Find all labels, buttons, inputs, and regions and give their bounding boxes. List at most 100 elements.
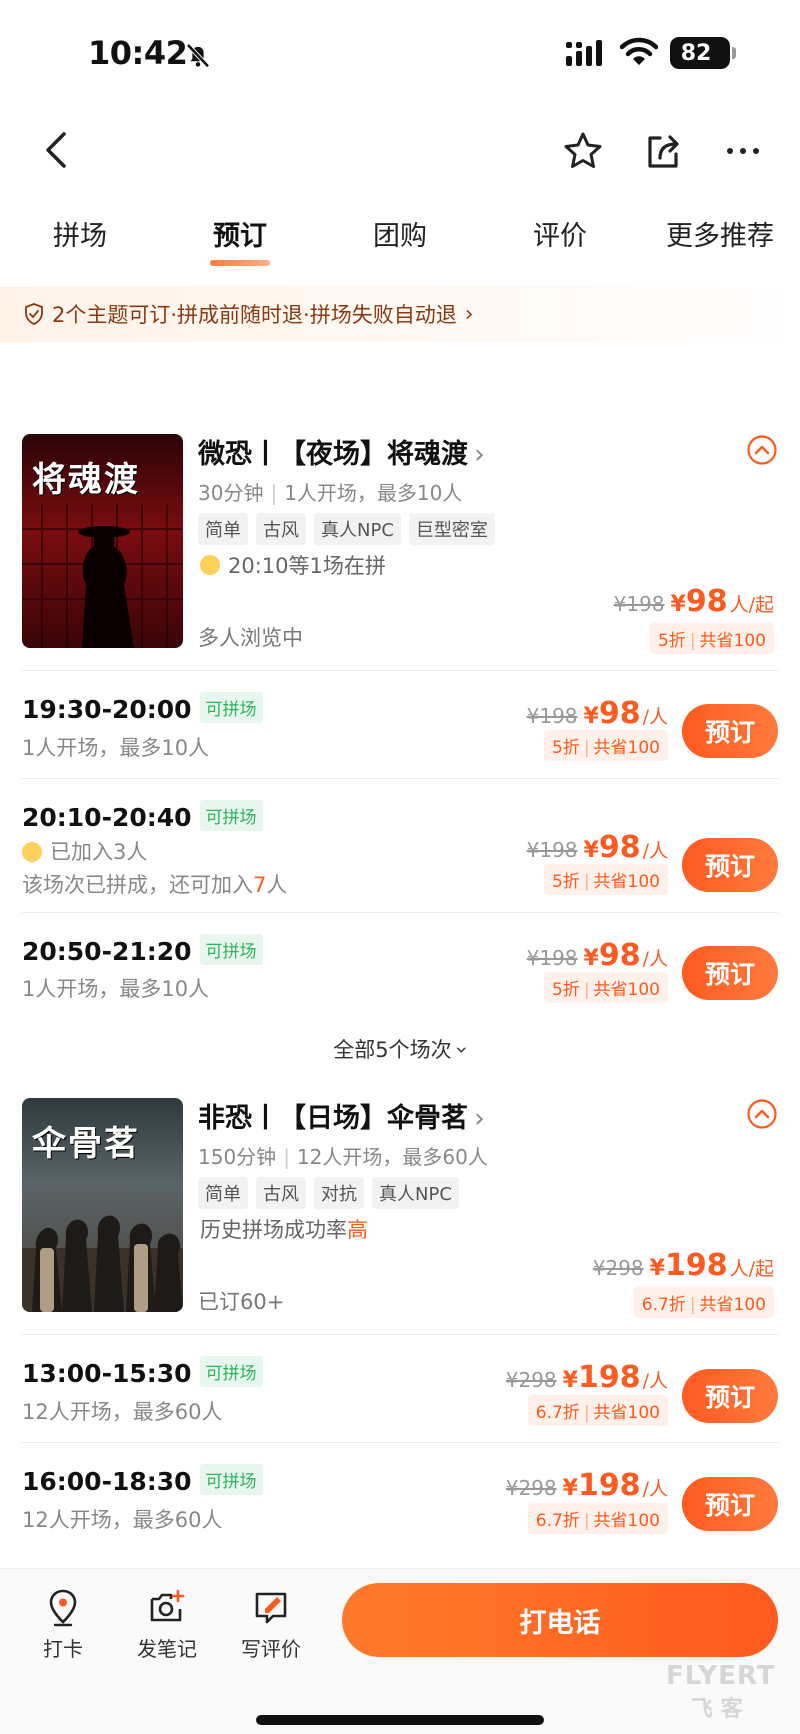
shield-check-icon: [25, 303, 43, 325]
divider: [22, 912, 778, 913]
tab-label: 拼场: [53, 221, 107, 252]
discount-rate: 5折: [657, 631, 686, 651]
post-note-button[interactable]: 发笔记: [122, 1587, 212, 1662]
price-unit: /人: [642, 840, 668, 862]
camera-plus-icon: [150, 1589, 185, 1622]
current-price: ¥198: [563, 1360, 641, 1395]
tag: 真人NPC: [372, 1177, 459, 1209]
session-time: 20:50-21:20 可拼场: [22, 934, 263, 966]
book-button[interactable]: 预订: [682, 946, 778, 1000]
session-price: ¥198 ¥98/人: [527, 696, 668, 731]
divider: [22, 670, 778, 671]
show-all-sessions-text: 全部5个场次: [333, 1038, 452, 1062]
session-time-text: 16:00-18:30: [22, 1467, 192, 1496]
session-price: ¥298 ¥198/人: [506, 1360, 668, 1395]
checkin-button[interactable]: 打卡: [18, 1587, 108, 1662]
original-price: ¥198: [526, 946, 578, 970]
session-capacity: 12人开场，最多60人: [22, 1400, 223, 1424]
badge-separator: |: [689, 631, 696, 651]
player-count: 12人开场，最多60人: [296, 1145, 488, 1169]
divider: [22, 1442, 778, 1443]
hint-text: 历史拼场成功率: [200, 1218, 347, 1242]
session-time-text: 19:30-20:00: [22, 695, 192, 724]
share-icon[interactable]: [642, 130, 684, 172]
session-time-text: 20:10-20:40: [22, 803, 192, 832]
currency-symbol: ¥: [562, 1476, 578, 1501]
collapse-chevron-icon[interactable]: [746, 434, 778, 466]
tab-more-recommendations[interactable]: 更多推荐: [640, 208, 800, 270]
tag: 巨型密室: [408, 513, 495, 545]
remaining-slots: 该场次已拼成，还可加入7人: [22, 869, 287, 899]
write-review-button[interactable]: 写评价: [226, 1587, 316, 1662]
badge-separator: |: [583, 872, 590, 892]
currency-symbol: ¥: [583, 838, 599, 863]
price-value: 98: [685, 584, 728, 619]
status-bar: 10:42 82: [0, 0, 800, 108]
watermark-en: FLYERT: [666, 1661, 776, 1691]
tab-group-buy[interactable]: 团购: [320, 208, 480, 270]
tag: 简单: [198, 513, 248, 545]
badge-separator: |: [583, 980, 590, 1000]
tag-list: 简单 古风 对抗 真人NPC: [198, 1177, 459, 1209]
tab-label: 更多推荐: [666, 221, 774, 252]
tab-active-indicator: [210, 260, 270, 266]
price-value: 198: [664, 1248, 728, 1283]
tab-booking[interactable]: 预订: [160, 208, 320, 270]
tag: 古风: [256, 1177, 306, 1209]
watermark-cn: 飞客: [690, 1697, 751, 1722]
banner-text: 2个主题可订·拼成前随时退·拼场失败自动退: [52, 303, 457, 327]
original-price: ¥198: [526, 838, 578, 862]
poster-title: 伞骨茗: [32, 1124, 140, 1164]
session-capacity: 1人开场，最多10人: [22, 977, 210, 1001]
current-price: ¥198: [563, 1468, 641, 1503]
tab-label: 团购: [373, 221, 427, 252]
session-time-text: 13:00-15:30: [22, 1359, 192, 1388]
remaining-slots-count: 7: [253, 873, 267, 897]
tag: 古风: [256, 513, 306, 545]
show-all-sessions-link[interactable]: 全部5个场次 ›: [0, 1034, 800, 1064]
trophy-icon: [22, 842, 42, 862]
discount-badge: 6.7折 | 共省100: [527, 1395, 668, 1426]
badge-separator: |: [689, 1295, 696, 1315]
product-poster[interactable]: 伞骨茗: [22, 1098, 183, 1312]
joinable-badge: 可拼场: [199, 1464, 263, 1495]
session-time: 13:00-15:30 可拼场: [22, 1356, 263, 1388]
original-price: ¥298: [592, 1256, 644, 1280]
post-note-label: 发笔记: [137, 1637, 197, 1661]
product-title[interactable]: 微恐丨【夜场】将魂渡 ›: [198, 432, 485, 471]
discount-rate: 5折: [551, 980, 580, 1000]
price-unit: /人: [642, 1370, 668, 1392]
book-button[interactable]: 预订: [682, 1477, 778, 1531]
product-poster[interactable]: 将魂渡: [22, 434, 183, 648]
bell-muted-icon: [186, 43, 210, 68]
joinable-badge: 可拼场: [199, 800, 263, 831]
duration: 30分钟: [198, 481, 264, 505]
tab-reviews[interactable]: 评价: [480, 208, 640, 270]
location-pin-icon: [49, 1589, 77, 1627]
price-unit: 人/起: [729, 594, 774, 616]
book-button[interactable]: 预订: [682, 1369, 778, 1423]
refund-policy-banner[interactable]: 2个主题可订·拼成前随时退·拼场失败自动退 ›: [0, 286, 800, 342]
tab-group-play[interactable]: 拼场: [0, 208, 160, 270]
original-price: ¥198: [526, 704, 578, 728]
book-button[interactable]: 预订: [682, 838, 778, 892]
more-options-icon[interactable]: [722, 132, 764, 170]
call-button[interactable]: 打电话: [342, 1583, 778, 1657]
current-price: ¥198: [650, 1248, 728, 1283]
price-unit: /人: [642, 948, 668, 970]
favorite-star-icon[interactable]: [562, 130, 604, 172]
section-tabs: 拼场 预订 团购 评价 更多推荐: [0, 208, 800, 270]
current-price: ¥98: [671, 584, 728, 619]
product-price: ¥198 ¥98 人/起: [614, 584, 774, 619]
back-arrow-icon[interactable]: [36, 128, 76, 172]
currency-symbol: ¥: [649, 1256, 665, 1281]
session-time: 19:30-20:00 可拼场: [22, 692, 263, 724]
product-title[interactable]: 非恐丨【日场】伞骨茗 ›: [198, 1096, 485, 1135]
saving-amount: 共省100: [593, 980, 660, 1000]
collapse-chevron-icon[interactable]: [746, 1098, 778, 1130]
tag-list: 简单 古风 真人NPC 巨型密室: [198, 513, 495, 545]
date-selector: 今天07-14 明天07-15 周三07-16 周四07-17 周五07-18 …: [0, 346, 800, 410]
book-button[interactable]: 预订: [682, 704, 778, 758]
current-price: ¥98: [584, 938, 641, 973]
product-title-text: 微恐丨【夜场】将魂渡: [198, 439, 468, 470]
